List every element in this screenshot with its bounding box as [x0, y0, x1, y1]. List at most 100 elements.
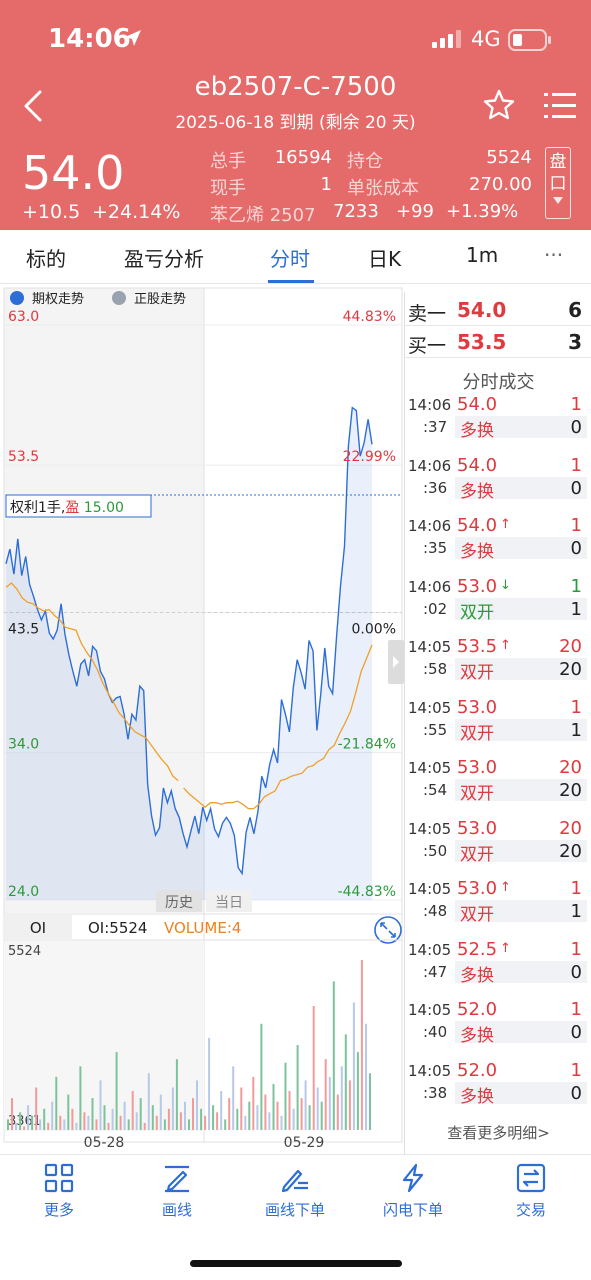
tick-oi-change: 1	[570, 719, 582, 741]
volume-bar	[228, 1098, 231, 1130]
volume-bar	[365, 1023, 367, 1131]
underlying-price: 7233	[333, 201, 379, 222]
tick-seconds: :36	[423, 478, 448, 497]
tab-pl-analysis[interactable]: 盈亏分析	[124, 243, 204, 272]
bottom-toolbar: 更多 画线 画线下单 闪电下单 交易	[0, 1154, 591, 1234]
tick-row[interactable]: 14:05 52.0 1:38 多换 0	[405, 1060, 591, 1120]
tab-active-underline	[268, 280, 314, 283]
tick-volume: 1	[570, 454, 582, 476]
volume-bar	[55, 1076, 58, 1130]
unit-cost-label: 单张成本	[347, 178, 419, 199]
tick-seconds: :37	[423, 418, 448, 436]
star-icon[interactable]	[482, 88, 516, 122]
volume-bar	[256, 1105, 259, 1130]
order-book-label: 盘口	[549, 152, 567, 194]
tick-row[interactable]: 14:05 53.0 1:55 双开 1	[405, 697, 591, 757]
tab-intraday[interactable]: 分时	[270, 243, 310, 272]
draw-line-button[interactable]: 画线	[137, 1163, 217, 1220]
tick-row[interactable]: 14:06 54.0 1:36 多换 0	[405, 455, 591, 515]
tick-row[interactable]: 14:06 53.0 ↓ 1:02 双开 1	[405, 576, 591, 636]
volume-bar	[212, 1105, 215, 1130]
volume-bar	[308, 1105, 311, 1130]
trade-button[interactable]: 交易	[491, 1163, 571, 1220]
volume-bar	[115, 1052, 118, 1130]
menu-list-icon[interactable]	[544, 91, 578, 121]
volume-bar	[123, 1101, 126, 1130]
tick-type: 多换	[460, 421, 494, 441]
volume-bar	[39, 1119, 42, 1130]
tick-row[interactable]: 14:05 53.5 ↑ 20:58 双开 20	[405, 636, 591, 696]
tick-time: 14:06	[408, 396, 452, 414]
volume-bar	[119, 1115, 122, 1130]
tick-time: 14:05	[408, 819, 452, 838]
tab-more[interactable]: ···	[544, 243, 563, 267]
volume-bar	[288, 1091, 291, 1130]
tick-row[interactable]: 14:05 52.5 ↑ 1:47 多换 0	[405, 939, 591, 999]
tick-volume: 1	[570, 575, 582, 597]
oi-tab-label: OI	[30, 919, 46, 937]
volume-bar	[340, 1066, 343, 1131]
tick-direction: ↑	[500, 880, 511, 895]
volume-bar	[300, 1098, 303, 1130]
volume-bar	[236, 1108, 239, 1131]
tick-row[interactable]: 14:05 53.0 ↑ 1:48 双开 1	[405, 878, 591, 938]
position-label-pl: 15.00	[79, 500, 124, 516]
volume-bar	[43, 1108, 46, 1131]
oi-value-text: OI:5524	[88, 919, 147, 937]
order-book-button[interactable]: 盘口	[545, 147, 571, 219]
battery-icon	[508, 29, 551, 51]
y-tick-right: -21.84%	[338, 737, 396, 753]
volume-bar	[31, 1115, 34, 1130]
tab-1m[interactable]: 1m	[466, 243, 498, 267]
tick-row[interactable]: 14:06 54.0 ↑ 1:35 多换 0	[405, 515, 591, 575]
ask-label: 卖一	[408, 303, 447, 325]
draw-line-icon	[165, 1165, 189, 1193]
legend-underlying[interactable]: 正股走势	[112, 288, 186, 307]
history-tab-label: 历史	[165, 895, 193, 911]
tick-seconds: :48	[423, 902, 448, 920]
ask-row[interactable]: 卖一 54.0 6	[405, 294, 591, 326]
volume-bar	[332, 981, 335, 1131]
tick-type: 双开	[460, 602, 494, 623]
volume-bar	[103, 1105, 106, 1130]
draw-order-button[interactable]: 画线下单	[255, 1163, 335, 1220]
y-tick-left: 43.5	[8, 622, 39, 638]
volume-bar	[369, 1073, 371, 1130]
volume-bar	[63, 1119, 66, 1130]
tick-type: 双开	[460, 905, 494, 925]
more-button[interactable]: 更多	[19, 1163, 99, 1220]
volume-bar	[324, 1059, 327, 1130]
home-indicator	[190, 1260, 402, 1267]
intraday-chart[interactable]: 权利1手,盈 15.00 63.0 44.83% 53.5 22.99% 43.5 0.00…	[0, 284, 404, 1154]
volume-bar	[95, 1119, 98, 1130]
tick-row[interactable]: 14:06 54.0 1:37 多换 0	[405, 394, 591, 454]
volume-bar	[312, 1006, 315, 1130]
tick-type: 多换	[460, 542, 494, 562]
tick-oi-change: 0	[570, 1082, 582, 1104]
tick-row[interactable]: 14:05 53.0 20:54 双开 20	[405, 757, 591, 817]
tab-daily-k[interactable]: 日K	[368, 243, 401, 272]
header: 14:06 4G eb2507-C-7500 2025-06-18 到期 (剩余…	[0, 0, 591, 230]
volume-bar	[184, 1101, 186, 1130]
legend-option[interactable]: 期权走势	[10, 288, 84, 307]
underlying-name: 苯乙烯 2507	[210, 205, 316, 226]
legend-label-option: 期权走势	[32, 292, 85, 307]
tick-direction: ↑	[500, 940, 511, 956]
trade-icon	[516, 1163, 546, 1193]
volume-bar	[292, 1108, 295, 1131]
tick-price: 53.0	[457, 696, 498, 718]
volume-bar	[175, 1059, 178, 1130]
volume-bar	[111, 1108, 114, 1131]
y-tick-left: 34.0	[8, 737, 39, 753]
chart-canvas: 权利1手,盈 15.00 63.0 44.83% 53.5 22.99% 43.5 0.00…	[3, 287, 404, 1151]
more-detail-link[interactable]: 查看更多明细>	[405, 1122, 591, 1143]
volume-bar	[356, 1052, 359, 1130]
tick-row[interactable]: 14:05 53.0 20:50 双开 20	[405, 818, 591, 878]
volume-bar	[268, 1112, 271, 1130]
bid-row[interactable]: 买一 53.5 3	[405, 326, 591, 358]
tick-row[interactable]: 14:05 52.0 1:40 多换 0	[405, 999, 591, 1059]
tick-seconds: :02	[423, 599, 448, 618]
lightning-order-button[interactable]: 闪电下单	[373, 1163, 453, 1220]
tick-direction: ↓	[500, 577, 511, 593]
tab-underlying[interactable]: 标的	[26, 243, 66, 272]
